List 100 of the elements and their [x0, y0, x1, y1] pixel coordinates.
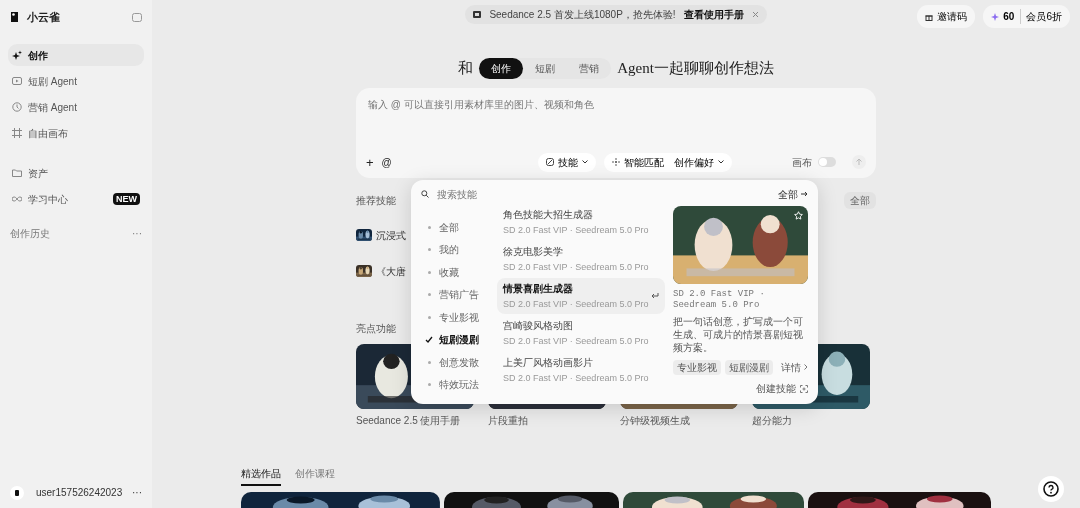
- caret-icon: [581, 160, 588, 165]
- nav-item[interactable]: 短剧 Agent: [8, 70, 144, 92]
- caret-icon: [717, 160, 724, 165]
- canvas-toggle[interactable]: [818, 157, 836, 168]
- new-badge: NEW: [113, 193, 140, 205]
- tag: 短剧漫剧: [725, 359, 773, 375]
- pencil-icon: [545, 158, 554, 167]
- feature-label[interactable]: 片段重拍: [488, 413, 528, 428]
- skill-name: 情景喜剧生成器: [503, 281, 573, 296]
- section-title: 创作历史: [10, 227, 50, 241]
- skill-item[interactable]: 徐克电影美学 SD 2.0 Fast VIP · Seedream 5.0 Pro: [497, 241, 665, 277]
- category-item[interactable]: 创意发散: [421, 351, 493, 374]
- membership-button[interactable]: 60 会员6折: [983, 5, 1070, 28]
- bullet-icon: [427, 315, 431, 319]
- close-icon[interactable]: [751, 11, 759, 18]
- more-button[interactable]: ···: [132, 226, 142, 241]
- model-button[interactable]: 智能匹配 创作偏好: [603, 152, 732, 172]
- bullet-icon: [427, 248, 431, 252]
- skill-button[interactable]: 技能: [537, 152, 596, 172]
- category-item[interactable]: 收藏: [421, 261, 493, 284]
- bullet-icon: [427, 293, 431, 297]
- clock-icon: [12, 102, 22, 112]
- chevron-icon: [804, 364, 808, 370]
- all-button[interactable]: 全部: [844, 192, 876, 209]
- nav-item[interactable]: 学习中心 NEW: [8, 188, 144, 210]
- feature-label[interactable]: 超分能力: [752, 413, 792, 428]
- search-icon: [421, 190, 429, 198]
- infinity-icon: [12, 194, 22, 204]
- sparkle-icon: [991, 12, 1000, 21]
- bullet-icon: [427, 270, 431, 274]
- model-names: SD 2.0 Fast VIP · Seedream 5.0 Pro: [503, 334, 649, 348]
- create-skill-button[interactable]: 创建技能: [756, 381, 808, 396]
- nav-item[interactable]: 自由画布: [8, 122, 144, 144]
- invite-code-button[interactable]: 邀请码: [917, 5, 976, 28]
- sidebar-toggle-icon[interactable]: [132, 12, 142, 22]
- skill-name: 上美厂风格动画影片: [503, 355, 593, 370]
- nav-item[interactable]: 创作: [8, 44, 144, 66]
- skill-name[interactable]: 沉浸式: [376, 227, 406, 243]
- mode-tab[interactable]: 创作: [479, 57, 524, 79]
- dots-icon: [611, 158, 620, 167]
- feature-label[interactable]: Seedance 2.5 使用手册: [356, 413, 461, 428]
- heading-text: 和: [458, 58, 474, 78]
- film-icon: [473, 11, 482, 18]
- user-name: user157526242023: [36, 486, 123, 500]
- check-icon: [425, 335, 433, 344]
- skill-item[interactable]: 宫崎骏风格动图 SD 2.0 Fast VIP · Seedream 5.0 Pro: [497, 315, 665, 351]
- mode-tab[interactable]: 短剧: [523, 57, 568, 79]
- category-item[interactable]: 专业影视: [421, 306, 493, 329]
- skill-item[interactable]: 角色技能大招生成器 SD 2.0 Fast VIP · Seedream 5.0 Pro: [497, 204, 665, 240]
- all-link[interactable]: 全部: [778, 186, 808, 202]
- mode-tab[interactable]: 营销: [567, 57, 612, 79]
- avatar-icon[interactable]: [10, 485, 24, 500]
- grid-icon: [12, 128, 22, 138]
- app-name: 小云雀: [27, 9, 60, 25]
- details-link[interactable]: 详情: [781, 359, 808, 375]
- category-item[interactable]: 我的: [421, 238, 493, 261]
- enter-icon: [651, 293, 659, 299]
- feature-label[interactable]: 分钟级视频生成: [620, 413, 690, 428]
- scan-icon: [800, 384, 808, 393]
- folder-icon: [12, 168, 22, 178]
- skill-item[interactable]: 情景喜剧生成器 SD 2.0 Fast VIP · Seedream 5.0 Pro: [497, 278, 665, 314]
- gift-icon: [925, 12, 934, 21]
- prompt-input[interactable]: 输入 @ 可以直接引用素材库里的图片、视频和角色: [366, 96, 696, 113]
- more-button[interactable]: ···: [132, 485, 142, 500]
- model-names: SD 2.0 Fast VIP · Seedream 5.0 Pro: [503, 260, 649, 274]
- skill-name: 角色技能大招生成器: [503, 207, 593, 222]
- mention-button[interactable]: @: [381, 154, 392, 170]
- skill-description: 把一句话创意，扩写成一个可生成、可成片的情景喜剧短视频方案。: [673, 314, 804, 354]
- model-names: SD 2.0 Fast VIP · Seedream 5.0 Pro: [503, 297, 649, 311]
- search-field[interactable]: 搜索技能: [435, 185, 772, 203]
- skill-item[interactable]: 上美厂风格动画影片 SD 2.0 Fast VIP · Seedream 5.0 Pro: [497, 352, 665, 388]
- gallery-tab[interactable]: 精选作品: [241, 466, 281, 486]
- nav-item[interactable]: 营销 Agent: [8, 96, 144, 118]
- category-item[interactable]: 短剧漫剧: [421, 328, 493, 351]
- arrow-icon: [801, 191, 808, 197]
- nav-item[interactable]: 资产: [8, 162, 144, 184]
- category-item[interactable]: 特效玩法: [421, 373, 493, 396]
- section-title: 亮点功能: [356, 322, 396, 336]
- category-item[interactable]: 营销广告: [421, 283, 493, 306]
- gallery-tab[interactable]: 创作课程: [295, 466, 335, 486]
- announcement-text: Seedance 2.5 首发上线1080P，抢先体验!: [489, 8, 676, 22]
- manual-link[interactable]: 查看使用手册: [683, 7, 744, 22]
- model-names: SD 2.0 Fast VIP · Seedream 5.0 Pro: [503, 223, 649, 237]
- play-icon: [12, 76, 22, 86]
- add-button[interactable]: +: [366, 152, 374, 172]
- bullet-icon: [427, 360, 431, 364]
- skill-name: 徐克电影美学: [503, 244, 563, 259]
- logo-icon: [10, 11, 19, 23]
- heading-text: Agent一起聊聊创作想法: [617, 58, 774, 78]
- canvas-label: 画布: [792, 155, 812, 170]
- help-icon[interactable]: [1038, 476, 1064, 502]
- send-icon[interactable]: [852, 155, 866, 170]
- star-icon[interactable]: [794, 211, 803, 220]
- category-item[interactable]: 全部: [421, 216, 493, 239]
- skill-name: 宫崎骏风格动图: [503, 318, 573, 333]
- model-names: SD 2.0 Fast VIP · Seedream 5.0 Pro: [673, 289, 766, 312]
- sparkle-icon: [12, 50, 22, 60]
- model-names: SD 2.0 Fast VIP · Seedream 5.0 Pro: [503, 371, 649, 385]
- bullet-icon: [427, 225, 431, 229]
- skill-name[interactable]: 《大唐: [376, 263, 406, 279]
